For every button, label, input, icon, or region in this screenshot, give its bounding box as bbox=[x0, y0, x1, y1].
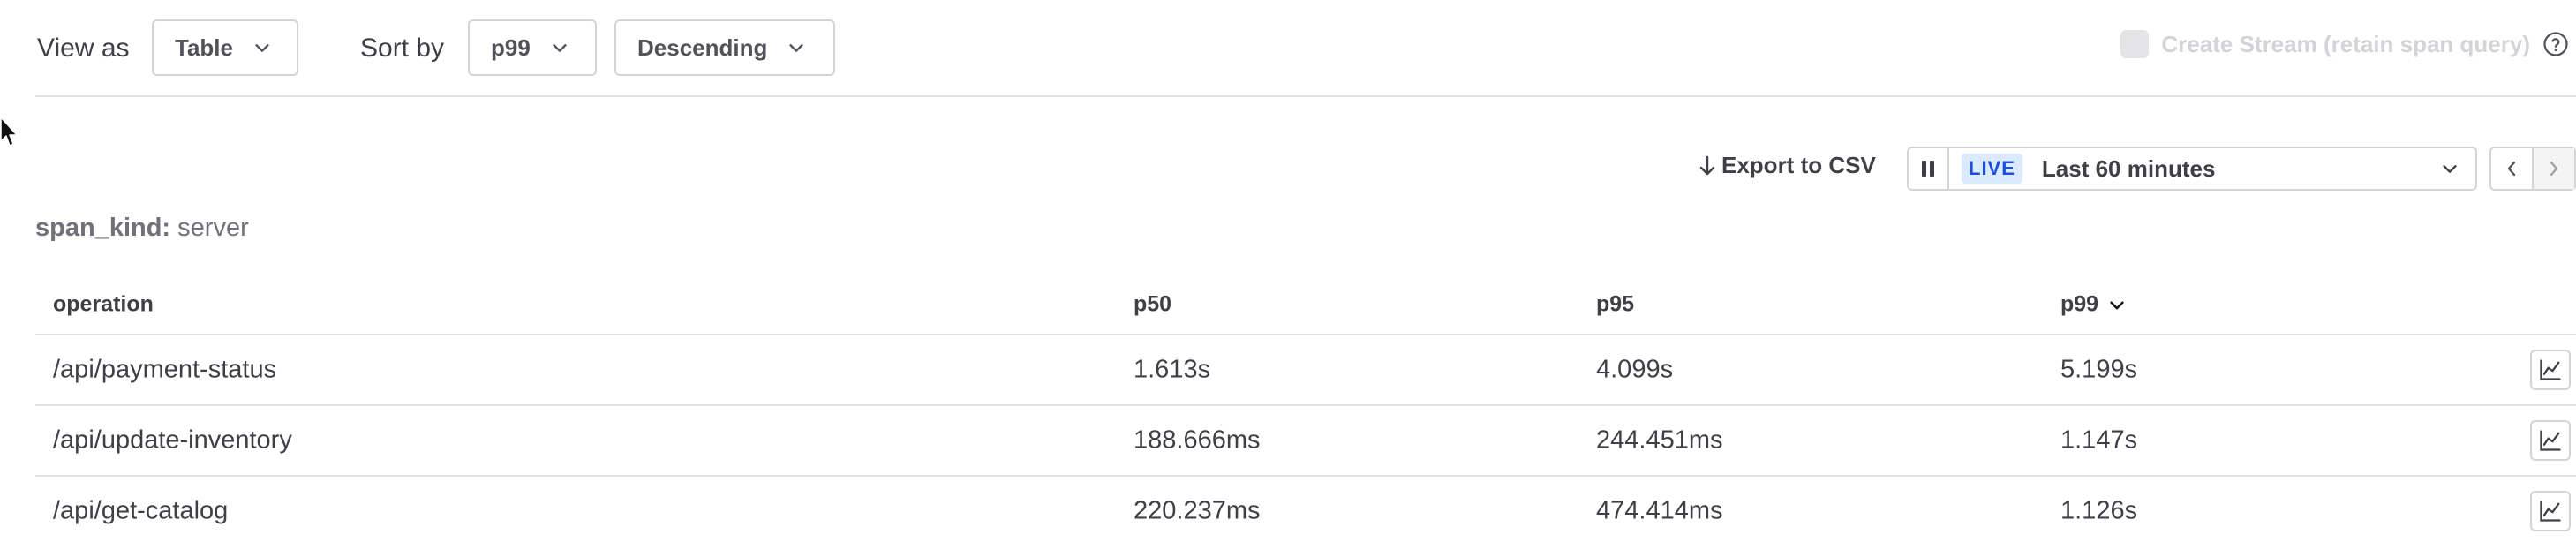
line-chart-icon bbox=[2540, 501, 2561, 522]
line-chart-icon bbox=[2540, 430, 2561, 451]
toolbar-divider bbox=[35, 95, 2576, 97]
cell-p99: 5.199s bbox=[2060, 355, 2138, 384]
chevron-left-icon bbox=[2507, 161, 2516, 177]
latency-table: operation p50 p95 p99 /api/payment-statu… bbox=[35, 275, 2576, 542]
create-stream-checkbox[interactable] bbox=[2120, 30, 2150, 58]
chevron-right-icon bbox=[2550, 161, 2558, 177]
mouse-cursor-icon bbox=[0, 117, 18, 147]
chevron-down-icon bbox=[2443, 165, 2457, 173]
export-csv-label: Export to CSV bbox=[1721, 152, 1876, 178]
view-chart-button[interactable] bbox=[2530, 350, 2571, 390]
group-title: span_kind: server bbox=[35, 214, 249, 243]
cell-p50: 1.613s bbox=[1134, 355, 1211, 384]
previous-range-button[interactable] bbox=[2491, 148, 2532, 189]
cell-p50: 220.237ms bbox=[1134, 496, 1261, 525]
cell-p50: 188.666ms bbox=[1134, 425, 1261, 455]
chevron-down-icon bbox=[255, 44, 269, 52]
time-pager bbox=[2489, 147, 2576, 191]
sort-field-value: p99 bbox=[491, 34, 531, 61]
table-row[interactable]: /api/payment-status 1.613s 4.099s 5.199s bbox=[35, 335, 2576, 406]
chevron-down-icon bbox=[789, 44, 803, 52]
cell-operation: /api/payment-status bbox=[53, 355, 277, 384]
column-header-operation[interactable]: operation bbox=[53, 292, 154, 318]
line-chart-icon bbox=[2540, 359, 2561, 380]
help-circle-icon[interactable] bbox=[2542, 31, 2569, 57]
group-key: span_kind: bbox=[35, 214, 171, 242]
cell-operation: /api/update-inventory bbox=[53, 425, 292, 455]
time-range-value: Last 60 minutes bbox=[2041, 154, 2216, 182]
column-header-p50[interactable]: p50 bbox=[1134, 292, 1171, 318]
time-range-select[interactable]: LIVE Last 60 minutes bbox=[1949, 148, 2475, 189]
create-stream-label: Create Stream (retain span query) bbox=[2161, 30, 2530, 57]
table-row[interactable]: /api/get-catalog 220.237ms 474.414ms 1.1… bbox=[35, 477, 2576, 542]
table-row[interactable]: /api/update-inventory 188.666ms 244.451m… bbox=[35, 406, 2576, 477]
cell-operation: /api/get-catalog bbox=[53, 496, 229, 525]
view-as-label: View as bbox=[37, 34, 130, 63]
column-header-p99-label: p99 bbox=[2060, 291, 2099, 317]
view-as-value: Table bbox=[175, 34, 233, 61]
view-chart-button[interactable] bbox=[2530, 420, 2571, 461]
sort-order-value: Descending bbox=[637, 34, 768, 61]
cell-p95: 244.451ms bbox=[1596, 425, 1723, 455]
pause-live-button[interactable] bbox=[1909, 148, 1949, 189]
time-range-picker: LIVE Last 60 minutes bbox=[1907, 147, 2477, 191]
export-csv-button[interactable]: Export to CSV bbox=[1697, 152, 1876, 179]
table-header: operation p50 p95 p99 bbox=[35, 275, 2576, 335]
column-header-p99[interactable]: p99 bbox=[2060, 292, 2127, 318]
pause-icon bbox=[1922, 161, 1934, 177]
view-as-select[interactable]: Table bbox=[152, 19, 298, 76]
arrow-down-icon bbox=[1699, 155, 1715, 175]
cell-p95: 474.414ms bbox=[1596, 496, 1723, 525]
next-range-button[interactable] bbox=[2532, 148, 2574, 189]
sort-field-select[interactable]: p99 bbox=[468, 19, 597, 76]
sort-by-label: Sort by bbox=[360, 34, 445, 63]
traces-table-page: View as Table Sort by p99 Descending Cre… bbox=[0, 0, 2576, 542]
toolbar: View as Table Sort by p99 Descending Cre… bbox=[0, 0, 2576, 97]
sort-order-select[interactable]: Descending bbox=[614, 19, 835, 76]
column-header-p95[interactable]: p95 bbox=[1596, 292, 1634, 318]
sort-descending-icon bbox=[2110, 300, 2124, 309]
cell-p99: 1.126s bbox=[2060, 496, 2138, 525]
group-value: server bbox=[177, 214, 249, 242]
create-stream-control: Create Stream (retain span query) bbox=[2120, 30, 2569, 58]
cell-p99: 1.147s bbox=[2060, 425, 2138, 455]
chevron-down-icon bbox=[553, 44, 567, 52]
view-chart-button[interactable] bbox=[2530, 491, 2571, 531]
cell-p95: 4.099s bbox=[1596, 355, 1674, 384]
live-badge: LIVE bbox=[1962, 154, 2022, 184]
